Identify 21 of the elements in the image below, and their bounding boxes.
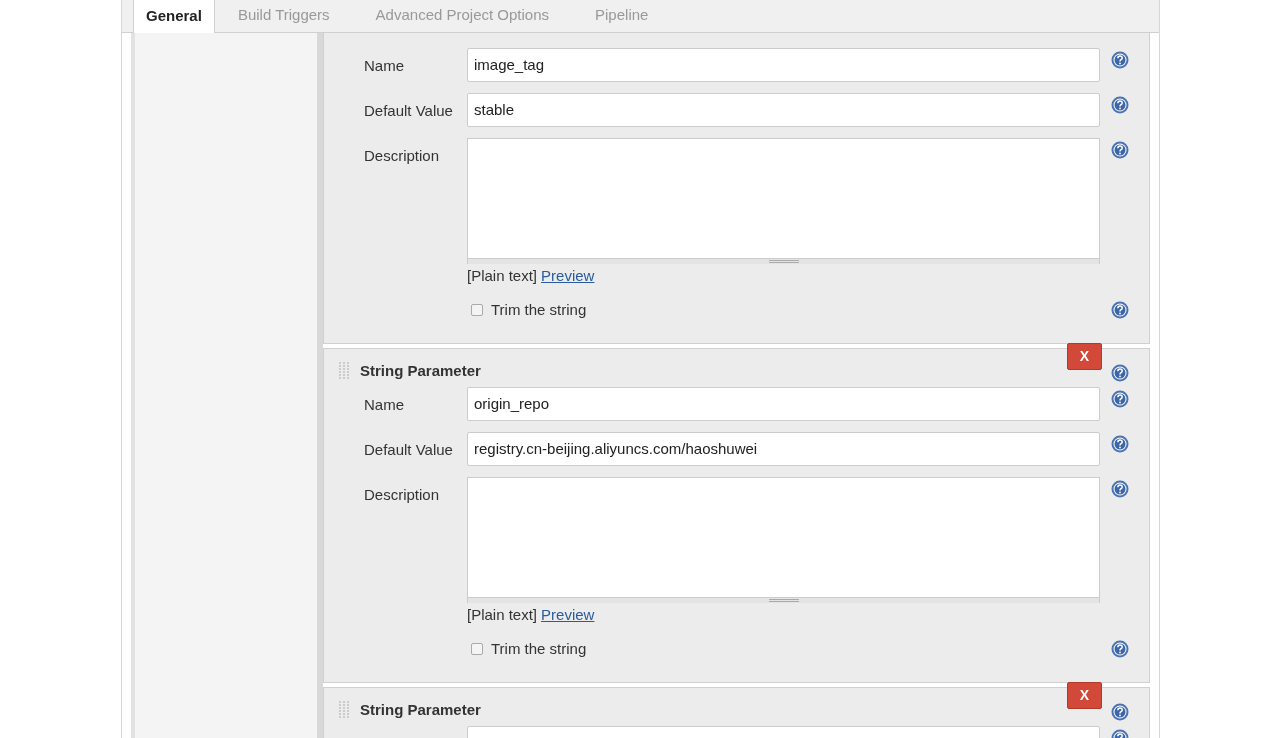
tab[interactable]: General [133,0,215,33]
field-label: Name [364,396,404,413]
delete-button[interactable]: X [1067,343,1102,370]
parameter-title: String Parameter [360,699,481,720]
field-label: Default Value [364,102,453,119]
field-label: Description [364,486,440,503]
field-label: Name [364,57,404,74]
parameter-title: String Parameter [360,360,481,381]
text-input[interactable]: stable [467,93,1100,127]
field-label: Default Value [364,441,453,458]
text-input[interactable]: origin_repo [467,387,1100,421]
format-label: [Plain text] [467,266,538,286]
checkbox-label: Trim the string [491,638,587,659]
text-input[interactable]: image_tag [467,48,1100,82]
field-label: Description [364,147,440,164]
preview-link[interactable]: Preview [541,604,595,627]
delete-button[interactable]: X [1067,682,1102,709]
preview-link[interactable]: Preview [541,265,595,288]
checkbox-label: Trim the string [491,299,587,320]
text-input[interactable]: registry.cn-beijing.aliyuncs.com/haoshuwei [467,432,1100,466]
format-label: [Plain text] [467,605,538,625]
